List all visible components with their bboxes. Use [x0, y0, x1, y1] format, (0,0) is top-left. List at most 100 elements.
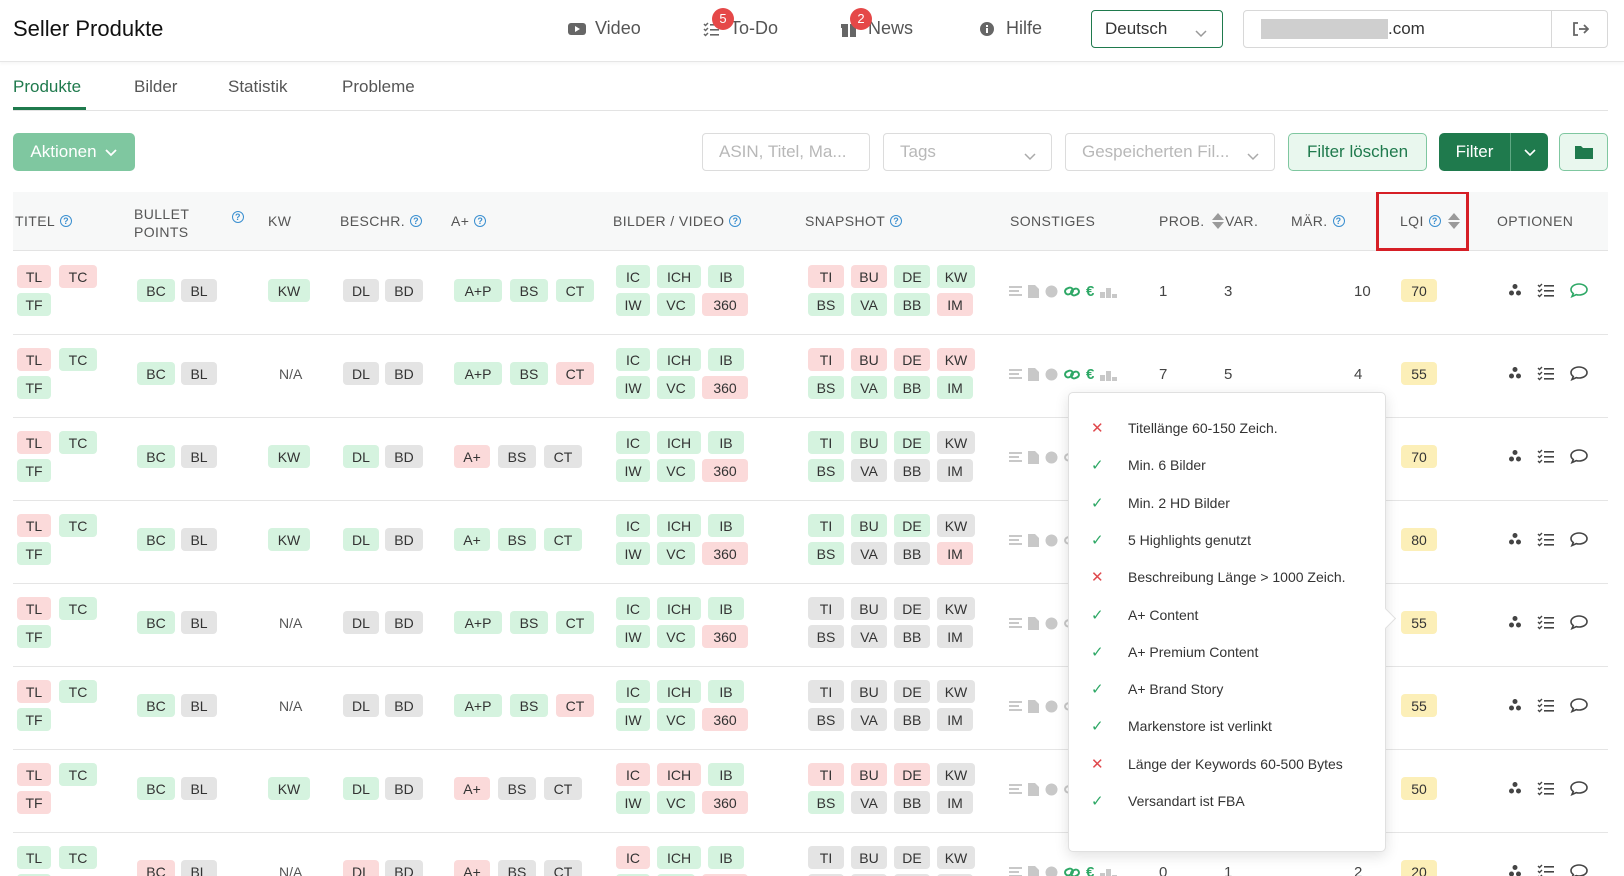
- status-chip[interactable]: TI: [808, 514, 844, 537]
- status-chip[interactable]: BC: [137, 362, 175, 385]
- tasks-icon[interactable]: [1537, 448, 1555, 464]
- status-chip[interactable]: BU: [851, 846, 887, 869]
- status-chip[interactable]: KW: [268, 279, 310, 302]
- status-chip[interactable]: TC: [59, 680, 97, 703]
- col-snapshot[interactable]: SNAPSHOT?: [805, 213, 903, 229]
- status-chip[interactable]: KW: [268, 528, 310, 551]
- status-chip[interactable]: ICH: [657, 846, 701, 869]
- status-chip[interactable]: KW: [937, 265, 975, 288]
- saved-filter-select[interactable]: Gespeicherten Fil...: [1065, 133, 1275, 171]
- status-chip[interactable]: TC: [59, 431, 97, 454]
- status-chip[interactable]: IW: [616, 791, 650, 814]
- status-chip[interactable]: DE: [894, 514, 930, 537]
- status-chip[interactable]: VC: [657, 459, 695, 482]
- status-chip[interactable]: KW: [268, 445, 310, 468]
- sort-icon[interactable]: [1211, 213, 1224, 229]
- status-chip[interactable]: VC: [657, 542, 695, 565]
- logout-button[interactable]: [1551, 11, 1607, 47]
- link-icon[interactable]: [1064, 368, 1080, 381]
- lqi-score-badge[interactable]: 80: [1401, 528, 1437, 551]
- status-chip[interactable]: VC: [657, 293, 695, 316]
- status-chip[interactable]: CT: [544, 777, 582, 800]
- status-chip[interactable]: KW: [937, 846, 975, 869]
- status-chip[interactable]: BU: [851, 597, 887, 620]
- status-chip[interactable]: TI: [808, 265, 844, 288]
- status-chip[interactable]: DE: [894, 348, 930, 371]
- tab-statistik[interactable]: Statistik: [228, 77, 288, 97]
- status-chip[interactable]: ICH: [657, 514, 701, 537]
- help-icon[interactable]: ?: [890, 215, 903, 227]
- tasks-icon[interactable]: [1537, 697, 1555, 713]
- tasks-icon[interactable]: [1537, 614, 1555, 630]
- status-chip[interactable]: A+P: [454, 611, 502, 634]
- status-chip[interactable]: BB: [894, 791, 930, 814]
- help-icon[interactable]: ?: [232, 211, 244, 223]
- table-row[interactable]: TL TC TF BC BL KW DL BD A+P BS CT IC ICH IB IW VC 360 TI B…: [13, 252, 1608, 335]
- status-chip[interactable]: IW: [616, 625, 650, 648]
- status-chip[interactable]: BS: [808, 293, 844, 316]
- status-chip[interactable]: VA: [851, 791, 887, 814]
- status-chip[interactable]: TL: [17, 514, 51, 537]
- status-chip[interactable]: BC: [137, 611, 175, 634]
- status-chip[interactable]: BS: [498, 528, 536, 551]
- status-chip[interactable]: 360: [702, 625, 748, 648]
- help-icon[interactable]: ?: [60, 215, 73, 227]
- col-kw[interactable]: KW: [268, 213, 291, 229]
- clear-filter-button[interactable]: Filter löschen: [1288, 133, 1427, 171]
- status-chip[interactable]: BB: [894, 708, 930, 731]
- status-chip[interactable]: VA: [851, 293, 887, 316]
- status-chip[interactable]: TF: [17, 708, 51, 731]
- status-chip[interactable]: CT: [544, 528, 582, 551]
- folder-button[interactable]: [1559, 133, 1608, 171]
- language-select[interactable]: Deutsch: [1091, 10, 1223, 48]
- status-chip[interactable]: IM: [937, 293, 973, 316]
- status-chip[interactable]: BU: [851, 265, 887, 288]
- status-chip[interactable]: BS: [498, 860, 536, 876]
- users-icon[interactable]: [1508, 615, 1522, 629]
- status-chip[interactable]: VA: [851, 459, 887, 482]
- status-chip[interactable]: BS: [510, 694, 548, 717]
- status-chip[interactable]: BS: [498, 445, 536, 468]
- status-chip[interactable]: IC: [616, 763, 650, 786]
- tasks-icon[interactable]: [1537, 365, 1555, 381]
- users-icon[interactable]: [1508, 532, 1522, 546]
- status-chip[interactable]: IC: [616, 846, 650, 869]
- status-chip[interactable]: VA: [851, 542, 887, 565]
- status-chip[interactable]: BS: [808, 791, 844, 814]
- status-chip[interactable]: IB: [708, 763, 744, 786]
- col-bilder-video[interactable]: BILDER / VIDEO?: [613, 213, 742, 229]
- status-chip[interactable]: TF: [17, 625, 51, 648]
- status-chip[interactable]: IB: [708, 846, 744, 869]
- status-chip[interactable]: IM: [937, 791, 973, 814]
- status-chip[interactable]: TC: [59, 763, 97, 786]
- account-email-field[interactable]: .com: [1243, 10, 1608, 48]
- status-chip[interactable]: IC: [616, 265, 650, 288]
- tab-probleme[interactable]: Probleme: [342, 77, 415, 97]
- status-chip[interactable]: CT: [556, 694, 594, 717]
- tab-bilder[interactable]: Bilder: [134, 77, 177, 97]
- status-chip[interactable]: BU: [851, 514, 887, 537]
- status-chip[interactable]: BS: [808, 625, 844, 648]
- tags-select[interactable]: Tags: [883, 133, 1052, 171]
- status-chip[interactable]: DL: [343, 528, 379, 551]
- status-chip[interactable]: DE: [894, 265, 930, 288]
- status-chip[interactable]: BS: [808, 708, 844, 731]
- status-chip[interactable]: BB: [894, 459, 930, 482]
- status-chip[interactable]: DL: [343, 362, 379, 385]
- tasks-icon[interactable]: [1537, 531, 1555, 547]
- status-chip[interactable]: IC: [616, 597, 650, 620]
- status-chip[interactable]: BL: [181, 611, 217, 634]
- lqi-score-badge[interactable]: 50: [1401, 777, 1437, 800]
- tasks-icon[interactable]: [1537, 780, 1555, 796]
- status-chip[interactable]: BS: [808, 542, 844, 565]
- filter-button[interactable]: Filter: [1439, 133, 1548, 171]
- status-chip[interactable]: BC: [137, 445, 175, 468]
- status-chip[interactable]: BU: [851, 431, 887, 454]
- status-chip[interactable]: TC: [59, 846, 97, 869]
- tasks-icon[interactable]: [1537, 863, 1555, 876]
- status-chip[interactable]: TI: [808, 597, 844, 620]
- status-chip[interactable]: VA: [851, 625, 887, 648]
- users-icon[interactable]: [1508, 864, 1522, 876]
- link-icon[interactable]: [1064, 285, 1080, 298]
- help-icon[interactable]: ?: [729, 215, 742, 227]
